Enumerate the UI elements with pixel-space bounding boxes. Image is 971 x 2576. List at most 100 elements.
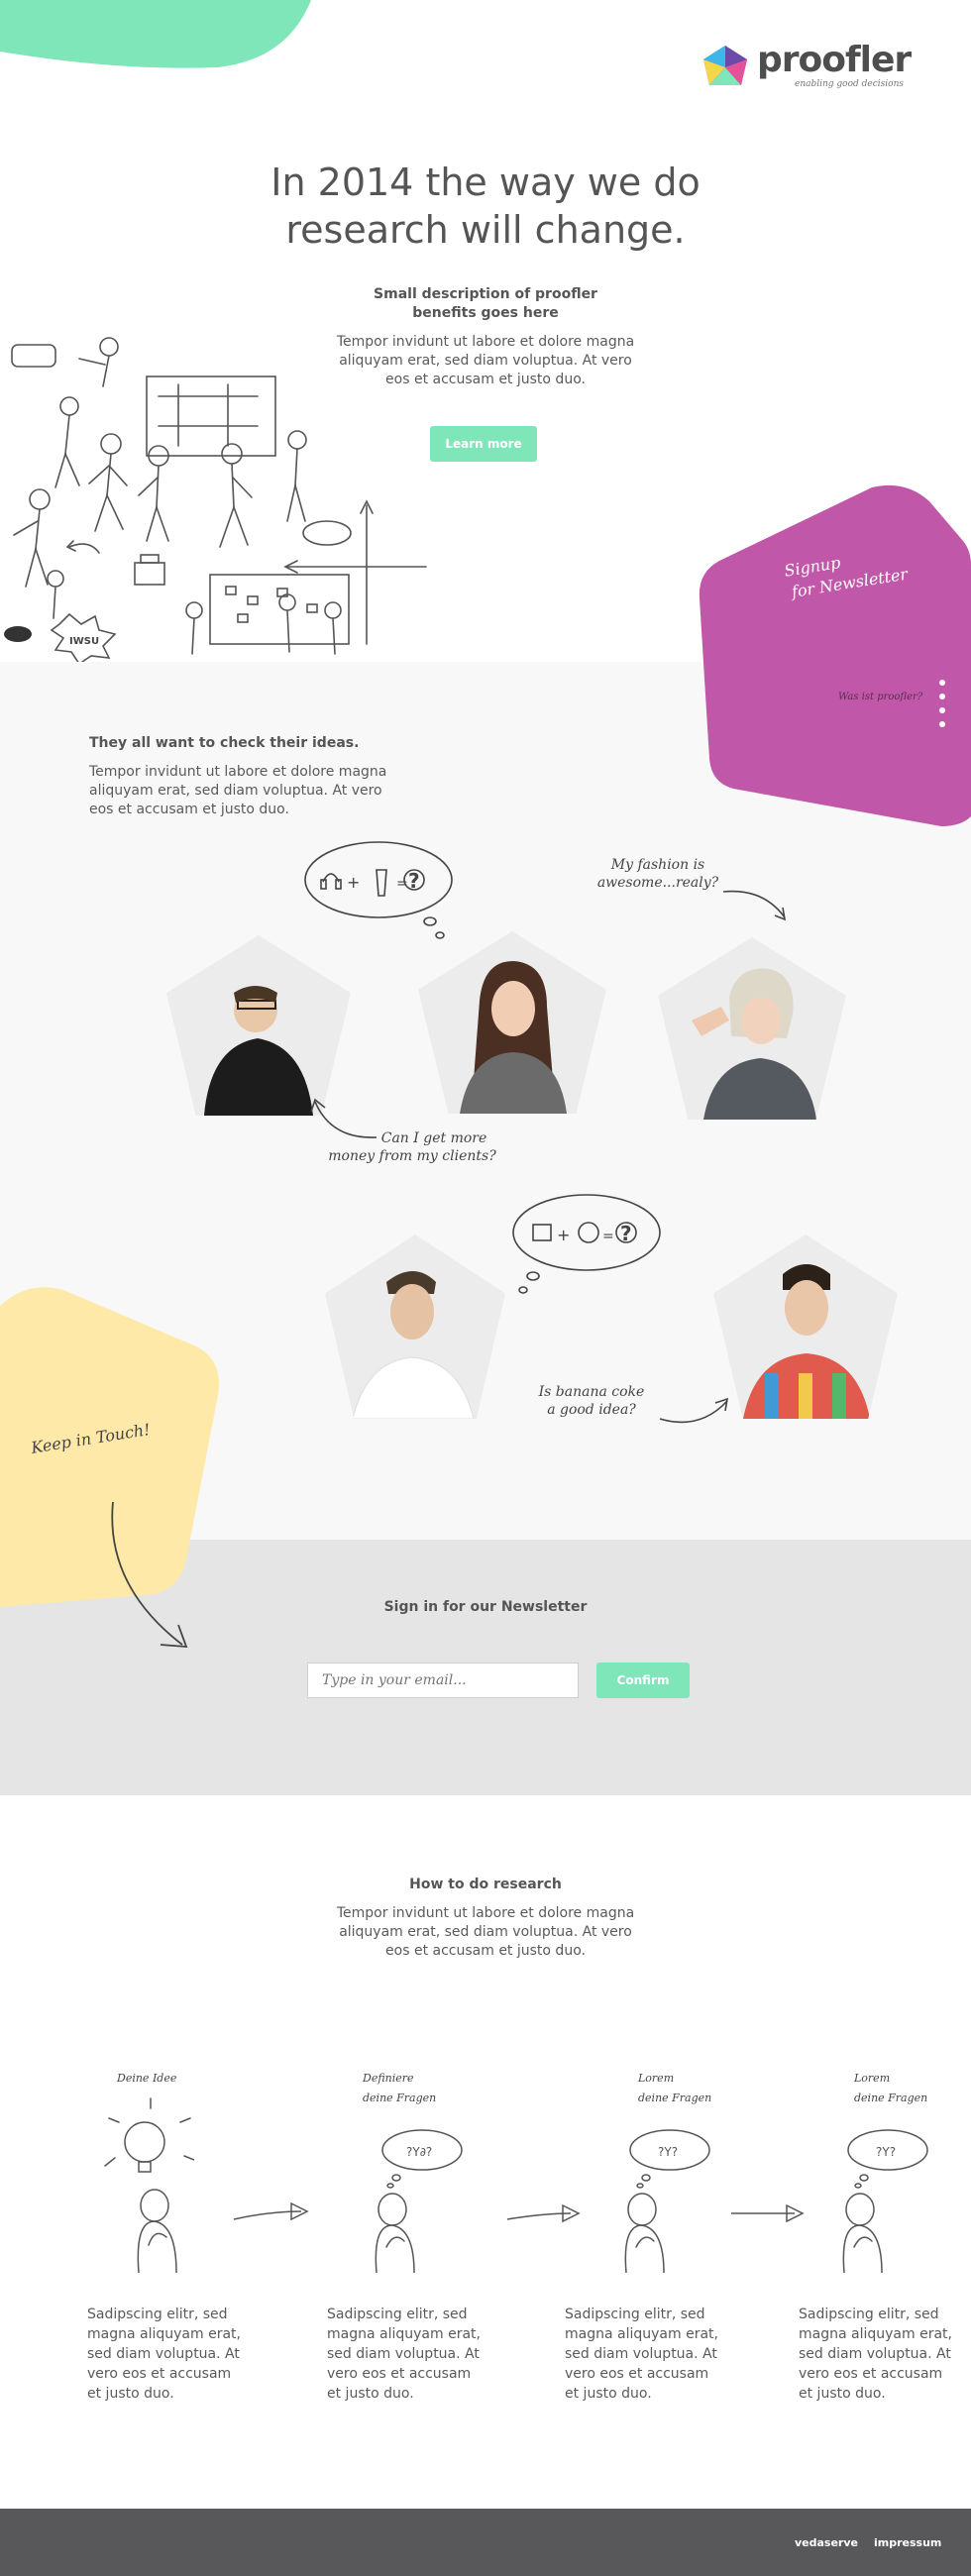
research-body-line: aliquyam erat, sed diam voluptua. At ver… xyxy=(339,1924,632,1940)
decor-mint-blob xyxy=(0,0,311,68)
svg-text:?: ? xyxy=(408,869,420,893)
quote-banana: Is banana coke a good idea? xyxy=(525,1383,658,1419)
ideas-heading: They all want to check their ideas. xyxy=(89,735,360,751)
quote-line: My fashion is xyxy=(610,857,705,873)
svg-text:IWSU: IWSU xyxy=(69,636,99,647)
nav-dot[interactable] xyxy=(939,680,945,686)
hero-sketch-illustration: IWSU xyxy=(4,337,427,664)
what-is-proofler-link[interactable]: Was ist proofler? xyxy=(838,692,922,702)
svg-text:?: ? xyxy=(620,1222,632,1245)
quote-line: Is banana coke xyxy=(538,1384,645,1400)
quote-money: Can I get more money from my clients? xyxy=(313,1129,511,1165)
step-text-line: sed diam voluptua. At xyxy=(565,2346,717,2362)
quote-line: money from my clients? xyxy=(328,1148,496,1164)
nav-dot[interactable] xyxy=(939,721,945,727)
logo[interactable]: proofler enabling good decisions xyxy=(700,40,927,95)
step-2-label: Definiere deine Fragen xyxy=(363,2069,436,2108)
logo-mark-icon xyxy=(703,46,747,85)
step-4-text: Sadipscing elitr, sed magna aliquyam era… xyxy=(799,2305,957,2404)
ideas-body-line: Tempor invidunt ut labore et dolore magn… xyxy=(89,764,387,780)
step-label-line: Deine Idee xyxy=(117,2072,177,2085)
learn-more-button[interactable]: Learn more xyxy=(430,426,537,462)
step-text-line: et justo duo. xyxy=(799,2386,886,2402)
step-label-line: deine Fragen xyxy=(854,2092,928,2104)
research-body-line: eos et accusam et justo duo. xyxy=(385,1943,586,1959)
footer-link-impressum[interactable]: impressum xyxy=(874,2536,941,2549)
svg-text:=: = xyxy=(602,1229,614,1244)
step-text-line: et justo duo. xyxy=(327,2386,414,2402)
ideas-body-line: eos et accusam et justo duo. xyxy=(89,802,289,817)
step-text-line: magna aliquyam erat, xyxy=(799,2326,952,2342)
svg-text:=: = xyxy=(396,876,408,892)
quote-line: a good idea? xyxy=(547,1402,636,1418)
hero-title-line: research will change. xyxy=(285,208,686,252)
step-label-line: deine Fragen xyxy=(638,2092,712,2104)
hero-subtitle-line: benefits goes here xyxy=(412,305,559,321)
step-text-line: vero eos et accusam xyxy=(327,2366,472,2382)
arrow-icon xyxy=(659,1397,729,1424)
step-text-line: vero eos et accusam xyxy=(87,2366,232,2382)
ideas-body-line: aliquyam erat, sed diam voluptua. At ver… xyxy=(89,783,382,799)
logo-text: proofler xyxy=(757,40,912,80)
step-4-thinking-figure: ?Y? xyxy=(842,2129,928,2273)
step-4-label: Lorem deine Fragen xyxy=(854,2069,927,2108)
step-text-line: Sadipscing elitr, sed xyxy=(799,2307,939,2322)
nav-dot[interactable] xyxy=(939,694,945,699)
hero-title: In 2014 the way we do research will chan… xyxy=(188,159,783,254)
hero-subtitle-line: Small description of proofler xyxy=(374,286,597,302)
step-text-line: Sadipscing elitr, sed xyxy=(565,2307,705,2322)
quote-line: Can I get more xyxy=(380,1130,487,1146)
email-input[interactable] xyxy=(307,1663,579,1698)
step-text-line: magna aliquyam erat, xyxy=(327,2326,481,2342)
step-text-line: sed diam voluptua. At xyxy=(87,2346,240,2362)
step-2-text: Sadipscing elitr, sed magna aliquyam era… xyxy=(327,2305,486,2404)
step-text-line: vero eos et accusam xyxy=(799,2366,943,2382)
step-text-line: Sadipscing elitr, sed xyxy=(327,2307,468,2322)
research-heading: How to do research xyxy=(409,1877,562,1892)
svg-text:?Y?: ?Y? xyxy=(876,2145,896,2159)
signup-newsletter-blob[interactable] xyxy=(694,480,971,832)
footer-link-vedaserve[interactable]: vedaserve xyxy=(795,2536,858,2549)
arrow-icon xyxy=(722,890,787,921)
step-3-thinking-figure: ?Y? xyxy=(624,2129,710,2273)
step-3-label: Lorem deine Fragen xyxy=(638,2069,711,2108)
step-label-line: Lorem xyxy=(854,2072,891,2085)
step-text-line: sed diam voluptua. At xyxy=(799,2346,951,2362)
step-text-line: et justo duo. xyxy=(565,2386,652,2402)
quote-fashion: My fashion is awesome...realy? xyxy=(591,856,725,892)
svg-text:+: + xyxy=(557,1226,570,1244)
confirm-button[interactable]: Confirm xyxy=(596,1663,690,1698)
section-dots-nav xyxy=(939,680,945,727)
step-text-line: Sadipscing elitr, sed xyxy=(87,2307,228,2322)
hero-title-line: In 2014 the way we do xyxy=(270,161,701,204)
logo-tagline: enabling good decisions xyxy=(795,79,904,89)
hero-subtitle: Small description of proofler benefits g… xyxy=(297,285,674,323)
nav-dot[interactable] xyxy=(939,707,945,713)
step-label-line: Definiere xyxy=(363,2072,414,2085)
ideas-body: Tempor invidunt ut labore et dolore magn… xyxy=(89,763,406,819)
thought-bubble-banana: + = ? xyxy=(512,1194,661,1294)
thought-bubble-headphones: + = ? xyxy=(304,841,453,939)
step-text-line: magna aliquyam erat, xyxy=(87,2326,241,2342)
svg-text:+: + xyxy=(347,873,360,892)
arrow-right-icon xyxy=(506,2203,581,2223)
step-label-line: deine Fragen xyxy=(363,2092,437,2104)
step-1-text: Sadipscing elitr, sed magna aliquyam era… xyxy=(87,2305,246,2404)
arrow-right-icon xyxy=(731,2203,805,2223)
footer: vedaserve impressum xyxy=(0,2509,971,2576)
newsletter-heading: Sign in for our Newsletter xyxy=(383,1599,588,1615)
step-label-line: Lorem xyxy=(638,2072,675,2085)
research-body: Tempor invidunt ut labore et dolore magn… xyxy=(287,1904,684,1961)
step-text-line: magna aliquyam erat, xyxy=(565,2326,718,2342)
svg-text:?Y∂?: ?Y∂? xyxy=(406,2145,432,2159)
step-text-line: sed diam voluptua. At xyxy=(327,2346,480,2362)
step-text-line: vero eos et accusam xyxy=(565,2366,709,2382)
step-1-lightbulb-figure xyxy=(104,2097,194,2273)
research-body-line: Tempor invidunt ut labore et dolore magn… xyxy=(336,1905,635,1921)
step-text-line: et justo duo. xyxy=(87,2386,174,2402)
step-3-text: Sadipscing elitr, sed magna aliquyam era… xyxy=(565,2305,723,2404)
svg-text:?Y?: ?Y? xyxy=(658,2145,678,2159)
step-1-label: Deine Idee xyxy=(117,2069,176,2089)
arrow-down-icon xyxy=(111,1501,188,1649)
arrow-right-icon xyxy=(233,2201,309,2221)
